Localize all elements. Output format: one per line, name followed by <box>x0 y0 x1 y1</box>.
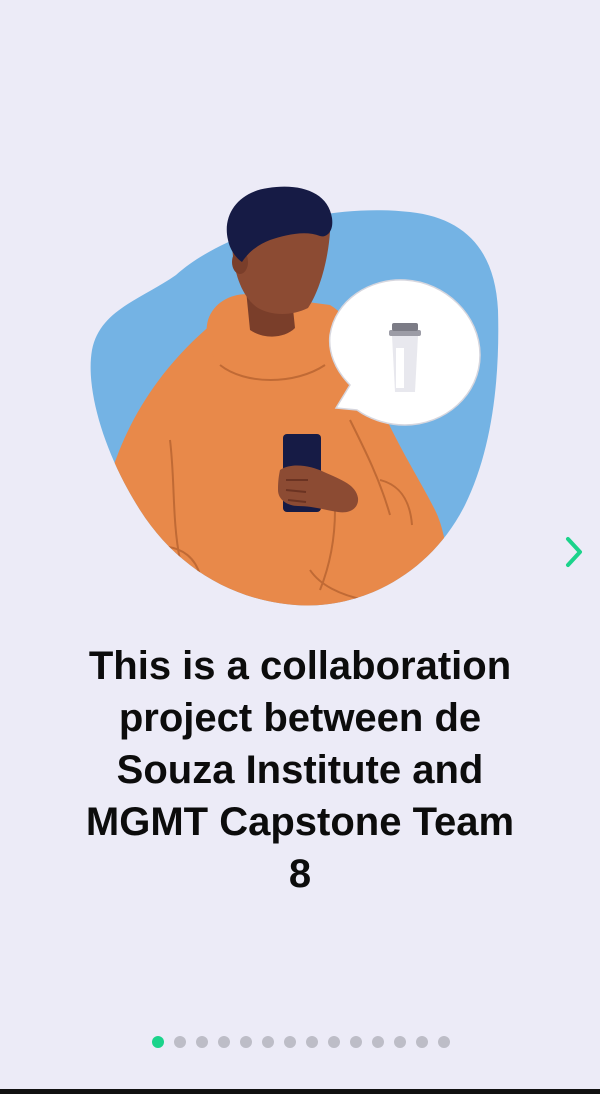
page-dot-5[interactable] <box>240 1036 252 1048</box>
page-dot-10[interactable] <box>350 1036 362 1048</box>
chevron-right-icon <box>566 537 582 567</box>
page-dot-7[interactable] <box>284 1036 296 1048</box>
page-dot-13[interactable] <box>416 1036 428 1048</box>
onboarding-screen: This is a collaboration project between … <box>0 0 600 1094</box>
page-dot-6[interactable] <box>262 1036 274 1048</box>
onboarding-illustration <box>90 186 499 606</box>
page-dot-1[interactable] <box>152 1036 164 1048</box>
page-dot-8[interactable] <box>306 1036 318 1048</box>
page-indicator <box>152 1034 452 1050</box>
page-dot-9[interactable] <box>328 1036 340 1048</box>
onboarding-headline: This is a collaboration project between … <box>85 644 515 896</box>
page-dot-11[interactable] <box>372 1036 384 1048</box>
bottom-edge-bar <box>0 1089 600 1094</box>
page-dot-3[interactable] <box>196 1036 208 1048</box>
page-dot-2[interactable] <box>174 1036 186 1048</box>
page-dot-4[interactable] <box>218 1036 230 1048</box>
page-dot-14[interactable] <box>438 1036 450 1048</box>
next-page-button[interactable] <box>556 532 592 572</box>
page-dot-12[interactable] <box>394 1036 406 1048</box>
